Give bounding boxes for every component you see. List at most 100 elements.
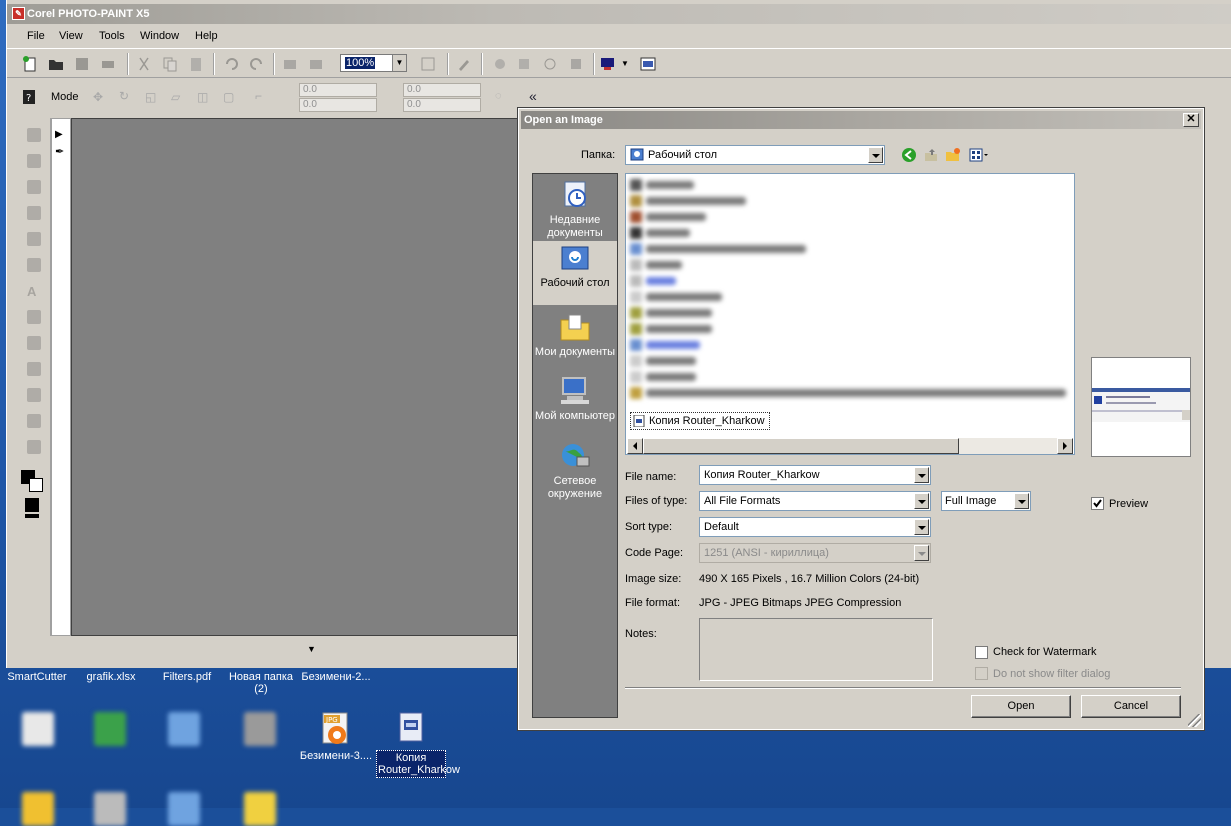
blurred-folder-icon[interactable]: [22, 792, 54, 826]
no-filter-dialog-checkbox[interactable]: [975, 667, 988, 680]
redo-icon[interactable]: [247, 55, 265, 73]
close-icon[interactable]: ✕: [1183, 113, 1199, 127]
place-my-documents[interactable]: Мои документы: [533, 308, 617, 372]
menu-file[interactable]: File: [27, 30, 45, 42]
new-folder-icon[interactable]: [945, 147, 961, 163]
perspective-icon[interactable]: ▢: [223, 90, 234, 104]
position-x-spinner[interactable]: 0.0: [299, 83, 377, 97]
fill-color-swatch[interactable]: [25, 498, 39, 512]
mask-tool-icon[interactable]: [27, 154, 41, 168]
menu-window[interactable]: Window: [140, 30, 179, 42]
chevron-down-icon[interactable]: [914, 519, 929, 535]
jpg-file-icon[interactable]: JPG: [320, 712, 354, 748]
zoom-fit-icon[interactable]: [419, 55, 437, 73]
menu-tools[interactable]: Tools: [99, 30, 125, 42]
chevron-down-icon[interactable]: ▼: [392, 55, 406, 71]
adjust-icon[interactable]: [567, 55, 585, 73]
desktop-label-grafik[interactable]: grafik.xlsx: [78, 671, 144, 683]
scroll-left-icon[interactable]: [627, 438, 643, 454]
menu-view[interactable]: View: [59, 30, 83, 42]
horizontal-scrollbar[interactable]: [627, 438, 1073, 454]
import-icon[interactable]: [281, 55, 299, 73]
resize-grip-icon[interactable]: [1188, 714, 1201, 727]
size-width-spinner[interactable]: 0.0: [403, 83, 481, 97]
title-bar[interactable]: ✎ Corel PHOTO-PAINT X5: [7, 4, 1231, 24]
pen-tool-icon[interactable]: [455, 55, 473, 73]
status-chevron-down-icon[interactable]: ▼: [307, 644, 316, 654]
dialog-title-bar[interactable]: Open an Image ✕: [521, 111, 1201, 129]
view-menu-icon[interactable]: [969, 147, 989, 163]
files-of-type-select[interactable]: All File Formats: [699, 491, 931, 511]
lock-ratio-icon[interactable]: ◌: [495, 90, 502, 102]
desktop-icon-label-bezimeni-3[interactable]: Безимени-3....: [298, 750, 374, 762]
eraser-tool-icon[interactable]: [27, 258, 41, 272]
desktop-label-filters[interactable]: Filters.pdf: [152, 671, 222, 683]
red-eye-tool-icon[interactable]: [27, 310, 41, 324]
cut-icon[interactable]: [135, 55, 153, 73]
application-launcher-icon[interactable]: [599, 55, 617, 73]
rotate-icon[interactable]: ↻: [119, 89, 129, 103]
object-icon[interactable]: [515, 55, 533, 73]
desktop-label-new-folder[interactable]: Новая папка: [226, 671, 296, 683]
zoom-level-combo[interactable]: 100% ▼: [340, 54, 407, 72]
play-icon[interactable]: ▶: [55, 129, 63, 140]
place-desktop[interactable]: Рабочий стол: [533, 241, 617, 305]
print-icon[interactable]: [99, 55, 117, 73]
blurred-file-icon[interactable]: [94, 792, 126, 826]
desktop-label-bezimeni-2[interactable]: Безимени-2...: [298, 671, 374, 683]
place-network[interactable]: Сетевое окружение: [533, 437, 617, 501]
chevron-down-icon[interactable]: [914, 467, 929, 483]
chevron-down-icon[interactable]: [1014, 493, 1029, 509]
text-tool-icon[interactable]: A: [27, 284, 41, 299]
code-page-select[interactable]: 1251 (ANSI - кириллица): [699, 543, 931, 563]
place-my-computer[interactable]: Мой компьютер: [533, 372, 617, 436]
desktop-icon-label-router[interactable]: Копия Router_Kharkow: [376, 750, 460, 778]
scrollbar-thumb[interactable]: [643, 438, 959, 454]
export-icon[interactable]: [307, 55, 325, 73]
blurred-drive-icon[interactable]: [94, 712, 126, 746]
collapse-docker-icon[interactable]: «: [529, 88, 537, 104]
paste-icon[interactable]: [187, 55, 205, 73]
scale-icon[interactable]: ◱: [145, 90, 156, 104]
clone-tool-icon[interactable]: [27, 336, 41, 350]
preview-checkbox[interactable]: [1091, 497, 1104, 510]
new-file-icon[interactable]: [21, 55, 39, 73]
welcome-screen-icon[interactable]: [639, 55, 657, 73]
effects-icon[interactable]: [541, 55, 559, 73]
image-file-icon[interactable]: [396, 712, 428, 744]
blurred-document-icon[interactable]: [168, 712, 200, 746]
sort-type-select[interactable]: Default: [699, 517, 931, 537]
place-recent[interactable]: Недавние документы: [533, 176, 617, 240]
pick-tool-icon[interactable]: [27, 128, 41, 142]
file-name-input[interactable]: Копия Router_Kharkow: [699, 465, 931, 485]
chevron-down-icon[interactable]: [914, 493, 929, 509]
size-height-spinner[interactable]: 0.0: [403, 98, 481, 112]
launcher-chevron-down-icon[interactable]: ▼: [621, 59, 629, 68]
desktop-label-smartcutter[interactable]: SmartCutter: [2, 671, 72, 683]
mask-icon[interactable]: [491, 55, 509, 73]
copy-icon[interactable]: [161, 55, 179, 73]
paint-tool-icon[interactable]: [27, 414, 41, 428]
selected-file-item[interactable]: Копия Router_Kharkow: [630, 412, 770, 430]
save-icon[interactable]: [73, 55, 91, 73]
eyedropper-tool-icon[interactable]: [27, 232, 41, 246]
blurred-file-icon[interactable]: [22, 712, 54, 746]
move-icon[interactable]: ✥: [93, 90, 103, 104]
blurred-file-icon[interactable]: [168, 792, 200, 826]
shape-tool-icon[interactable]: [27, 388, 41, 402]
position-y-spinner[interactable]: 0.0: [299, 98, 377, 112]
open-folder-icon[interactable]: [47, 55, 65, 73]
up-folder-icon[interactable]: [923, 147, 939, 163]
scroll-right-icon[interactable]: [1057, 438, 1073, 454]
image-mode-select[interactable]: Full Image: [941, 491, 1031, 511]
paper-color-swatch[interactable]: [25, 514, 39, 518]
open-button[interactable]: Open: [971, 695, 1071, 718]
skew-icon[interactable]: ▱: [171, 90, 180, 104]
cancel-button[interactable]: Cancel: [1081, 695, 1181, 718]
back-icon[interactable]: [901, 147, 917, 163]
look-in-combo[interactable]: Рабочий стол: [625, 145, 885, 165]
workspace-canvas[interactable]: [71, 118, 531, 636]
undo-icon[interactable]: [223, 55, 241, 73]
menu-help[interactable]: Help: [195, 30, 218, 42]
chevron-down-icon[interactable]: [868, 147, 883, 163]
